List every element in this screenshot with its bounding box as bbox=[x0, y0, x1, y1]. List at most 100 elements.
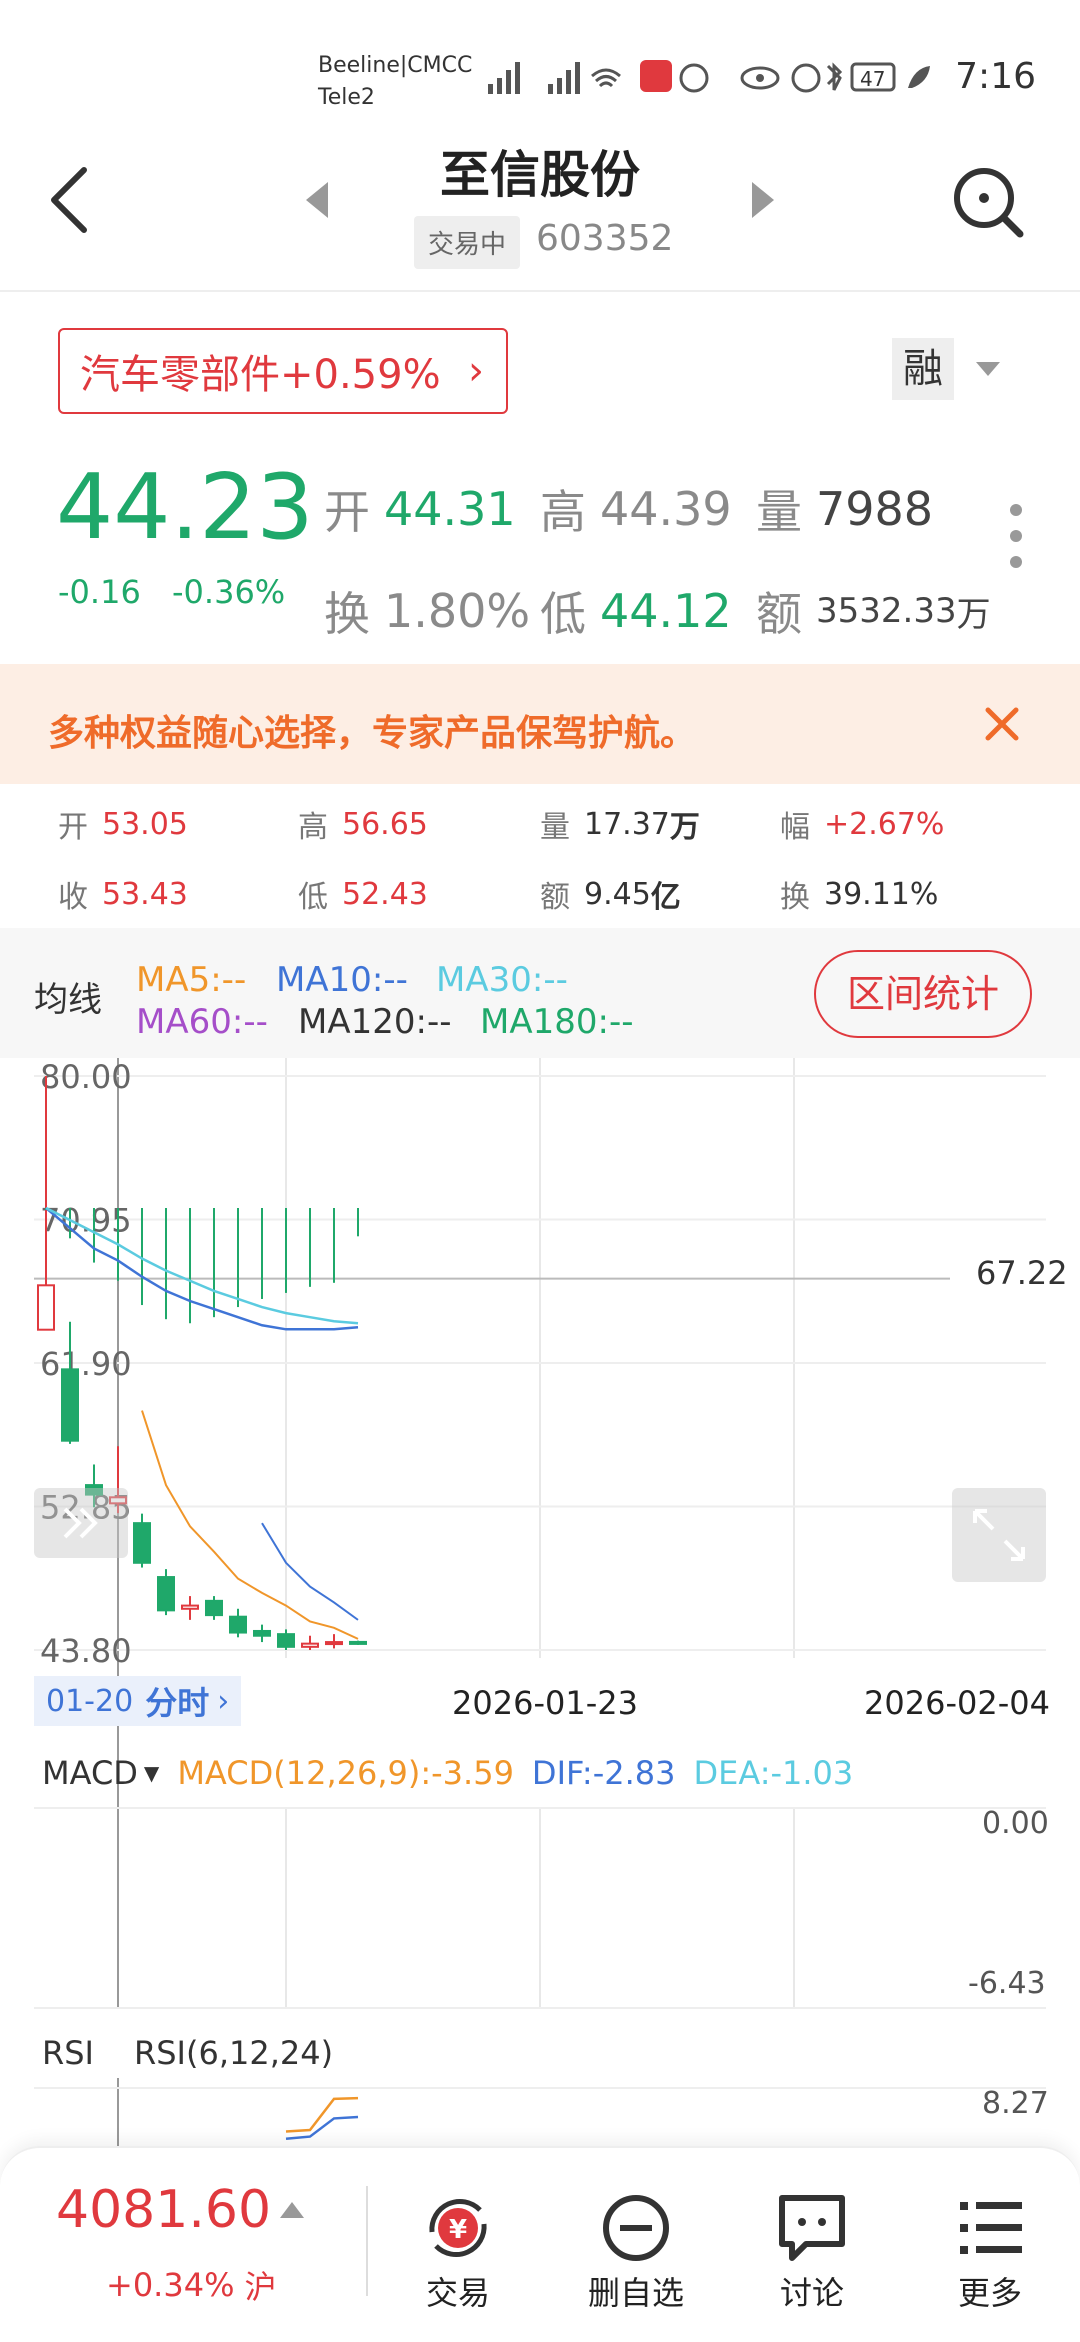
day-open-label: 开 bbox=[58, 810, 88, 845]
rsi-label[interactable]: RSI bbox=[42, 2034, 94, 2072]
minus-circle-icon bbox=[603, 2195, 669, 2261]
day-low-label: 低 bbox=[298, 880, 328, 915]
candle-body bbox=[37, 1284, 55, 1331]
margin-tag[interactable]: 融 bbox=[892, 338, 954, 400]
nav-more[interactable]: 更多 bbox=[920, 2188, 1060, 2314]
nav-more-label: 更多 bbox=[957, 2274, 1022, 2312]
day-low-value: 52.43 bbox=[342, 876, 428, 912]
price-change: -0.16 bbox=[58, 573, 141, 611]
low-label: 低 bbox=[540, 587, 586, 641]
promo-text: 多种权益随心选择，专家产品保驾护航。 bbox=[48, 713, 697, 754]
amount-unit: 万 bbox=[956, 594, 991, 635]
candle-body bbox=[277, 1633, 295, 1648]
chevron-right-icon: › bbox=[217, 1683, 230, 1719]
rsi-params: RSI(6,12,24) bbox=[133, 2034, 334, 2072]
day-amplitude: 幅 +2.67% bbox=[780, 802, 944, 846]
signal-wifi-status-icons: 47 bbox=[488, 60, 930, 94]
day-volume-value: 17.37 bbox=[584, 806, 670, 842]
price-change-percent: -0.36% bbox=[172, 573, 286, 611]
index-change: +0.34% 沪 bbox=[106, 2262, 276, 2308]
vertical-dots-icon bbox=[1010, 504, 1022, 568]
sector-tag[interactable]: 汽车零部件+0.59% › bbox=[58, 328, 508, 414]
day-amplitude-label: 幅 bbox=[780, 810, 810, 845]
close-banner-button[interactable] bbox=[980, 702, 1024, 746]
index-price[interactable]: 4081.60 bbox=[56, 2180, 271, 2240]
stock-code: 603352 bbox=[536, 218, 674, 259]
open-label: 开 bbox=[324, 485, 370, 539]
volume-value: 7988 bbox=[816, 482, 934, 536]
nav-trade-label: 交易 bbox=[425, 2274, 490, 2312]
high-value: 44.39 bbox=[600, 482, 732, 536]
dropdown-button[interactable] bbox=[974, 358, 1002, 382]
clock: 7:16 bbox=[955, 56, 1036, 97]
volume-stat: 量 7988 bbox=[756, 476, 933, 542]
fullscreen-button[interactable] bbox=[952, 1488, 1046, 1582]
high-label: 高 bbox=[540, 485, 586, 539]
rsi-line-rsi12 bbox=[285, 2115, 359, 2140]
high-stat: 高 44.39 bbox=[540, 476, 732, 542]
day-high-label: 高 bbox=[298, 810, 328, 845]
trade-icon: ¥ bbox=[429, 2198, 487, 2258]
ma180-legend: MA180:-- bbox=[480, 1002, 634, 1042]
price-tick-label: 43.80 bbox=[40, 1632, 132, 1670]
rsi-group bbox=[285, 2096, 359, 2140]
list-menu-icon bbox=[960, 2202, 1022, 2254]
candle-body bbox=[325, 1641, 343, 1646]
candle-body bbox=[181, 1604, 199, 1610]
candle-body bbox=[301, 1642, 319, 1648]
rsi-max-label: 8.27 bbox=[982, 2086, 1049, 2121]
turnover-value: 1.80% bbox=[384, 584, 531, 638]
chat-bubble-icon bbox=[779, 2195, 845, 2261]
candle-body bbox=[61, 1368, 79, 1442]
more-menu-button[interactable] bbox=[1000, 500, 1036, 580]
day-turnover-label: 换 bbox=[780, 880, 810, 915]
trade-status-badge: 交易中 bbox=[414, 216, 521, 269]
nav-remove-watchlist-label: 删自选 bbox=[587, 2274, 684, 2312]
day-close-value: 53.43 bbox=[102, 876, 188, 912]
candle-body bbox=[133, 1522, 151, 1564]
day-open-value: 53.05 bbox=[102, 806, 188, 842]
day-open: 开 53.05 bbox=[58, 802, 188, 846]
ma-label: 均线 bbox=[34, 980, 102, 1020]
search-button[interactable] bbox=[950, 164, 1026, 240]
carrier-1: Beeline|CMCC bbox=[318, 53, 473, 78]
range-stats-button[interactable]: 区间统计 bbox=[814, 950, 1032, 1038]
double-chevron-right-icon bbox=[63, 1507, 98, 1539]
ma60-legend: MA60:-- bbox=[136, 1002, 268, 1042]
day-amount-value: 9.45 bbox=[584, 876, 651, 912]
macd-zero-label: 0.00 bbox=[982, 1806, 1049, 1841]
nav-trade[interactable]: ¥ 交易 bbox=[388, 2188, 528, 2314]
expand-panel-button[interactable] bbox=[34, 1488, 128, 1558]
day-volume: 量 17.37 万 bbox=[540, 802, 700, 846]
index-change-value: +0.34% bbox=[106, 2266, 235, 2304]
chevron-right-icon: › bbox=[468, 348, 484, 394]
day-low: 低 52.43 bbox=[298, 872, 428, 916]
nav-remove-watchlist[interactable]: 删自选 bbox=[566, 2188, 706, 2314]
reference-price-label: 67.22 bbox=[976, 1254, 1068, 1292]
amount-value: 3532.33 bbox=[816, 591, 957, 631]
battery-level: 47 bbox=[860, 67, 885, 91]
day-close-label: 收 bbox=[58, 880, 88, 915]
index-market: 沪 bbox=[244, 2268, 277, 2306]
carrier-info: Beeline|CMCC Tele2 bbox=[318, 50, 472, 114]
turnover-label: 换 bbox=[324, 587, 370, 641]
status-icons: 47 bbox=[488, 58, 958, 98]
nav-discuss[interactable]: 讨论 bbox=[742, 2188, 882, 2314]
volume-label: 量 bbox=[756, 485, 802, 539]
bottom-bar bbox=[0, 2146, 1080, 2342]
amount-label: 额 bbox=[756, 587, 802, 641]
day-close: 收 53.43 bbox=[58, 872, 188, 916]
carrier-2: Tele2 bbox=[318, 85, 375, 110]
caret-down-icon bbox=[976, 362, 1000, 376]
rsi-header: RSI RSI(6,12,24) bbox=[42, 2034, 333, 2072]
macd-selector[interactable]: MACD bbox=[42, 1754, 138, 1792]
amount-stat: 额 3532.33 万 bbox=[756, 578, 991, 644]
period-switcher[interactable]: 01-20 分时 › bbox=[34, 1676, 242, 1726]
macd-min-label: -6.43 bbox=[968, 1966, 1046, 2001]
divider bbox=[366, 2186, 368, 2296]
svg-text:¥: ¥ bbox=[449, 2215, 467, 2245]
day-high-value: 56.65 bbox=[342, 806, 428, 842]
kline-chart-area[interactable]: 80.0070.9561.9052.8543.80 bbox=[0, 1058, 1080, 2146]
macd-header: MACD ▼ MACD(12,26,9):-3.59 DIF:-2.83 DEA… bbox=[42, 1754, 853, 1792]
day-amplitude-value: +2.67% bbox=[824, 806, 945, 842]
